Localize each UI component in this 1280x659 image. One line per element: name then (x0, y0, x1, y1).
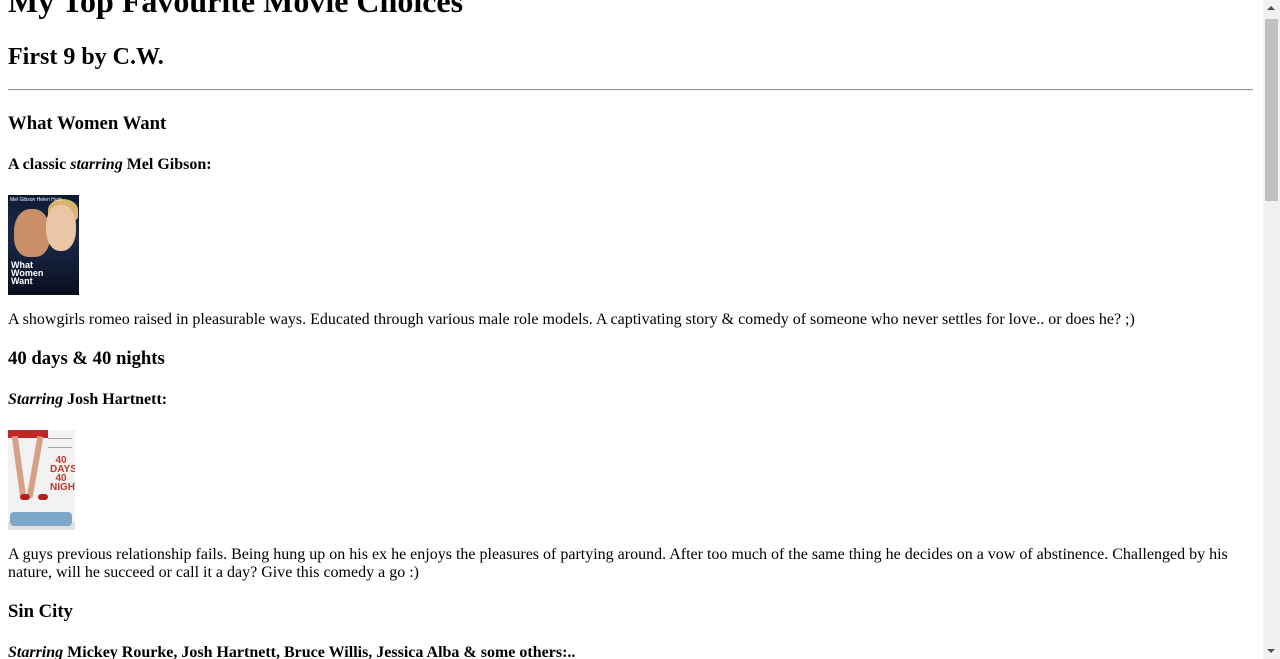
poster-title: 40 DAYS 40 NIGHTS (50, 455, 75, 493)
poster-40-days: 40 DAYS 40 NIGHTS (8, 430, 75, 530)
tagline-emphasis: Starring (8, 644, 64, 659)
page-viewport: My Top Favourite Movie Choices First 9 b… (0, 0, 1263, 659)
page-subtitle: First 9 by C.W. (8, 44, 164, 70)
movie-description-what-women-want: A showgirls romeo raised in pleasurable … (8, 311, 1135, 328)
movie-title-sin-city: Sin City (8, 601, 73, 622)
vertical-scrollbar[interactable] (1263, 0, 1280, 659)
scroll-up-arrow-icon[interactable] (1263, 0, 1280, 17)
page-title: My Top Favourite Movie Choices (8, 0, 464, 19)
movie-tagline-what-women-want: A classic starring Mel Gibson: (8, 156, 212, 173)
divider (8, 89, 1253, 91)
movie-title-what-women-want: What Women Want (8, 113, 167, 134)
page-content: My Top Favourite Movie Choices First 9 b… (8, 0, 1255, 659)
movie-description-40-days: A guys previous relationship fails. Bein… (8, 546, 1228, 581)
scroll-down-arrow-icon[interactable] (1263, 642, 1280, 659)
poster-what-women-want: Mel Gibson Helen Hunt What Women Want (8, 195, 79, 295)
tagline-emphasis: starring (70, 156, 123, 173)
poster-cast-names: Mel Gibson Helen Hunt (10, 197, 62, 203)
scrollbar-thumb[interactable] (1265, 19, 1278, 201)
poster-title: What Women Want (11, 260, 44, 286)
movie-tagline-sin-city: Starring Mickey Rourke, Josh Hartnett, B… (8, 644, 576, 659)
movie-title-40-days: 40 days & 40 nights (8, 348, 165, 369)
movie-tagline-40-days: Starring Josh Hartnett: (8, 391, 168, 408)
tagline-emphasis: Starring (8, 391, 64, 408)
